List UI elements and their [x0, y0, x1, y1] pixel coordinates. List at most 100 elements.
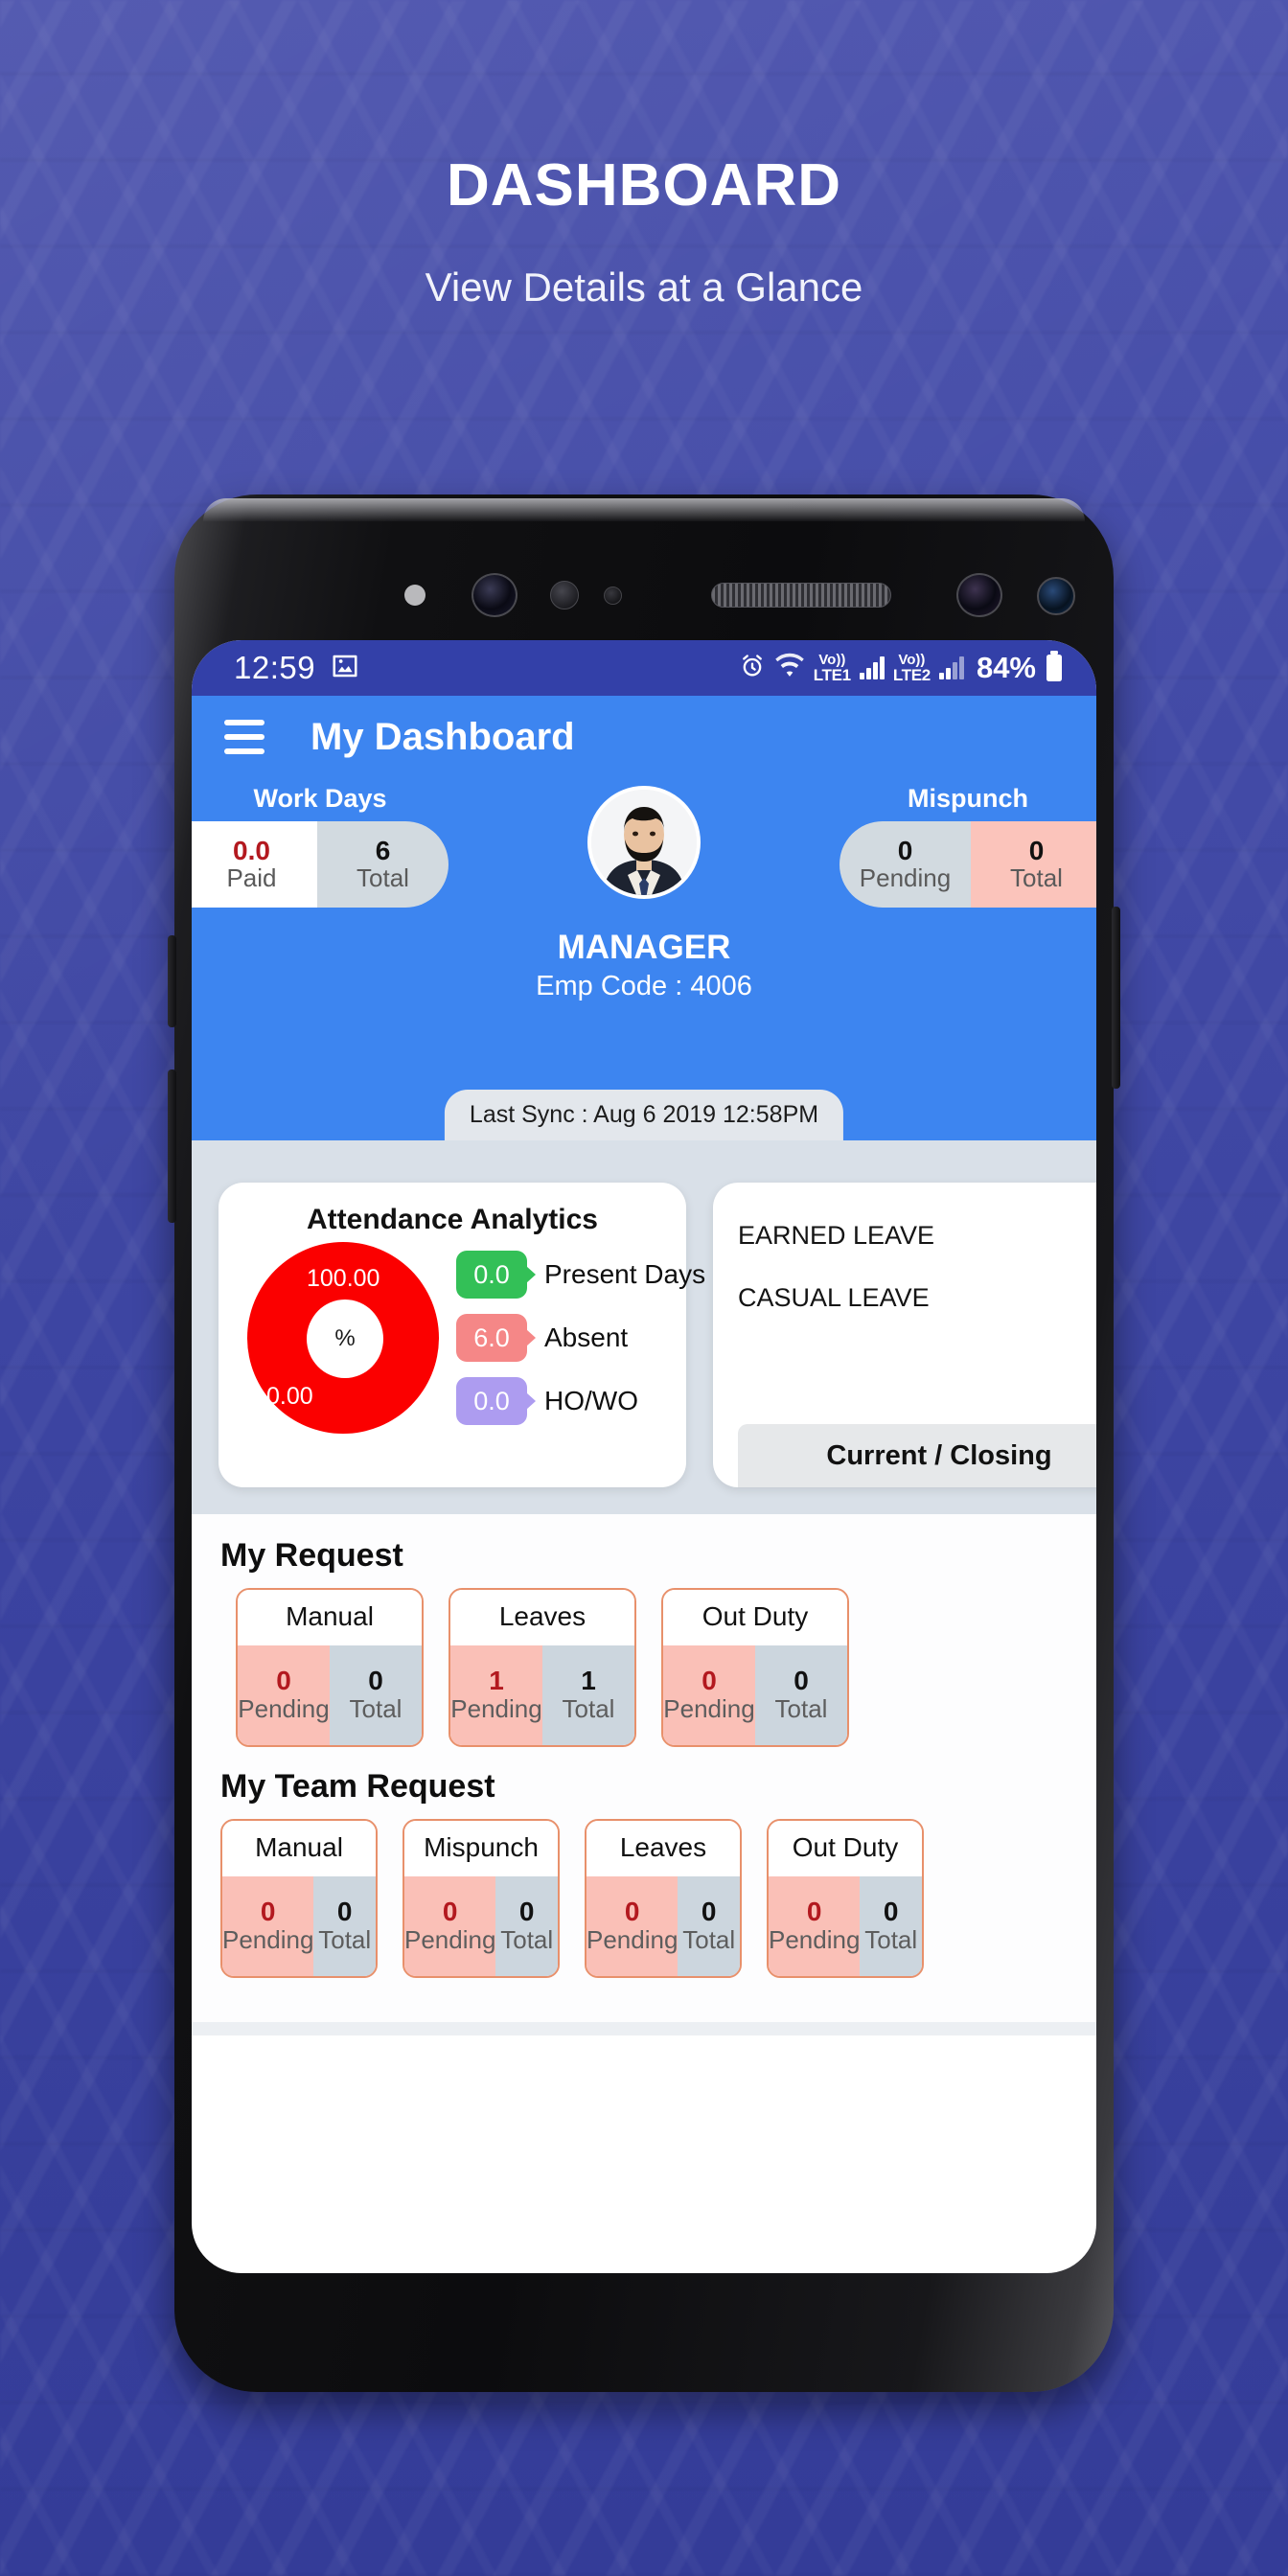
- front-camera-icon: [472, 573, 518, 617]
- team-request-card-leaves[interactable]: Leaves 0 Pending 0 Total: [585, 1819, 742, 1978]
- android-status-bar: 12:59 Vo)) LTE1 Vo)) LTE2 84%: [192, 640, 1096, 696]
- legend-chip-absent: 6.0: [456, 1314, 527, 1362]
- team-request-card-manual[interactable]: Manual 0 Pending 0 Total: [220, 1819, 378, 1978]
- phone-mockup: 12:59 Vo)) LTE1 Vo)) LTE2 84% My Dashboa…: [168, 494, 1120, 2411]
- my-request-out-duty-pending[interactable]: 0 Pending: [663, 1645, 755, 1745]
- promo-subtitle: View Details at a Glance: [425, 264, 863, 310]
- donut-label-top: 100.00: [307, 1265, 380, 1292]
- my-request-leaves-pending[interactable]: 1 Pending: [450, 1645, 542, 1745]
- profile-hero: Work Days 0.0 Paid 6 Total Mispunch 0 Pe…: [192, 778, 1096, 1140]
- value: 0: [702, 1665, 717, 1695]
- employee-name: MANAGER: [557, 929, 731, 966]
- value: 0: [794, 1665, 809, 1695]
- employee-code: Emp Code : 4006: [536, 971, 752, 1001]
- label: Total: [682, 1925, 736, 1955]
- value: 1: [581, 1665, 596, 1695]
- team-request-leaves-pending[interactable]: 0 Pending: [586, 1876, 678, 1976]
- my-request-leaves-body: 1 Pending 1 Total: [450, 1645, 634, 1745]
- work-days-block[interactable]: Work Days 0.0 Paid 6 Total: [192, 784, 448, 908]
- battery-icon: [1045, 650, 1064, 686]
- team-request-leaves-name: Leaves: [586, 1821, 740, 1876]
- label: Total: [318, 1925, 372, 1955]
- volume-down-button[interactable]: [168, 1070, 176, 1223]
- volume-up-button[interactable]: [168, 935, 176, 1027]
- status-bar-right: Vo)) LTE1 Vo)) LTE2 84%: [739, 650, 1064, 686]
- avatar[interactable]: [587, 786, 701, 899]
- my-request-manual-pending[interactable]: 0 Pending: [238, 1645, 330, 1745]
- donut-chart-area: 100.00 0.00 % 0.0 Present Days 6.0 Absen…: [234, 1242, 705, 1434]
- label: Pending: [450, 1694, 542, 1724]
- my-request-row: Manual 0 Pending 0 Total Leaves 1 Pendin…: [192, 1575, 1096, 1747]
- analytics-cards-row: Attendance Analytics 100.00 0.00 % 0.0 P…: [192, 1183, 1096, 1487]
- legend-chip-howo: 0.0: [456, 1377, 527, 1425]
- volte-sim1-icon: Vo)) LTE1: [813, 652, 851, 684]
- mispunch-total-cell[interactable]: 0 Total: [971, 821, 1096, 908]
- label: Total: [349, 1694, 402, 1724]
- team-request-manual-pending[interactable]: 0 Pending: [222, 1876, 314, 1976]
- legend-value-present: 0.0: [473, 1259, 510, 1289]
- leave-balance-card[interactable]: EARNED LEAVE CASUAL LEAVE Current / Clos…: [713, 1183, 1096, 1487]
- iris-scanner-icon: [550, 581, 579, 610]
- volte-sim2-icon: Vo)) LTE2: [892, 652, 931, 684]
- value: 0: [260, 1896, 276, 1926]
- mispunch-pending-cell[interactable]: 0 Pending: [840, 821, 971, 908]
- alarm-icon: [739, 653, 766, 684]
- team-request-card-mispunch[interactable]: Mispunch 0 Pending 0 Total: [402, 1819, 560, 1978]
- my-request-card-manual[interactable]: Manual 0 Pending 0 Total: [236, 1588, 424, 1747]
- my-request-leaves-name: Leaves: [450, 1590, 634, 1645]
- mispunch-total-label: Total: [1010, 863, 1063, 893]
- signal-bars-sim1-icon: [859, 656, 885, 679]
- label: Pending: [586, 1925, 678, 1955]
- label: Total: [864, 1925, 918, 1955]
- team-request-leaves-total[interactable]: 0 Total: [678, 1876, 740, 1976]
- value: 0: [336, 1896, 353, 1926]
- value: 1: [489, 1665, 504, 1695]
- mispunch-block[interactable]: Mispunch 0 Pending 0 Total: [840, 784, 1096, 908]
- legend-item-absent[interactable]: 6.0 Absent: [456, 1314, 705, 1362]
- my-request-manual-total[interactable]: 0 Total: [330, 1645, 422, 1745]
- status-bar-left: 12:59: [234, 650, 359, 686]
- value: 0: [276, 1665, 291, 1695]
- legend-item-howo[interactable]: 0.0 HO/WO: [456, 1377, 705, 1425]
- work-days-title: Work Days: [253, 784, 387, 813]
- legend-value-absent: 6.0: [473, 1322, 510, 1352]
- legend-item-present[interactable]: 0.0 Present Days: [456, 1251, 705, 1299]
- legend-value-howo: 0.0: [473, 1386, 510, 1415]
- legend-chip-present: 0.0: [456, 1251, 527, 1299]
- work-days-paid-value: 0.0: [233, 836, 270, 865]
- earned-leave-label: EARNED LEAVE: [738, 1221, 935, 1250]
- value: 0: [624, 1896, 640, 1926]
- last-sync-chip[interactable]: Last Sync : Aug 6 2019 12:58PM: [444, 1090, 844, 1140]
- label: Total: [774, 1694, 828, 1724]
- my-request-card-out-duty[interactable]: Out Duty 0 Pending 0 Total: [661, 1588, 849, 1747]
- promo-banner: DASHBOARD View Details at a Glance 12:59: [0, 0, 1288, 2576]
- mispunch-title: Mispunch: [908, 784, 1028, 813]
- work-days-pill[interactable]: 0.0 Paid 6 Total: [192, 821, 448, 908]
- value: 0: [883, 1896, 899, 1926]
- power-button[interactable]: [1112, 907, 1120, 1089]
- team-request-out-duty-pending[interactable]: 0 Pending: [769, 1876, 861, 1976]
- team-request-manual-name: Manual: [222, 1821, 376, 1876]
- my-request-card-leaves[interactable]: Leaves 1 Pending 1 Total: [448, 1588, 636, 1747]
- current-closing-button[interactable]: Current / Closing: [738, 1424, 1096, 1487]
- attendance-analytics-title: Attendance Analytics: [307, 1204, 598, 1235]
- phone-top-edge: [203, 498, 1085, 521]
- work-days-total-cell[interactable]: 6 Total: [317, 821, 448, 908]
- my-request-out-duty-total[interactable]: 0 Total: [755, 1645, 847, 1745]
- mispunch-pill[interactable]: 0 Pending 0 Total: [840, 821, 1096, 908]
- team-request-out-duty-total[interactable]: 0 Total: [860, 1876, 922, 1976]
- team-request-mispunch-pending[interactable]: 0 Pending: [404, 1876, 496, 1976]
- hamburger-menu-icon[interactable]: [224, 720, 264, 754]
- attendance-donut-chart[interactable]: 100.00 0.00 %: [247, 1242, 439, 1434]
- requests-section: My Request Manual 0 Pending 0 Total Leav…: [192, 1514, 1096, 2022]
- value: 0: [442, 1896, 458, 1926]
- led-indicator-icon: [404, 585, 426, 606]
- attendance-analytics-card[interactable]: Attendance Analytics 100.00 0.00 % 0.0 P…: [218, 1183, 705, 1487]
- work-days-paid-cell[interactable]: 0.0 Paid: [192, 821, 317, 908]
- team-request-card-out-duty[interactable]: Out Duty 0 Pending 0 Total: [767, 1819, 924, 1978]
- team-request-manual-total[interactable]: 0 Total: [313, 1876, 376, 1976]
- team-request-out-duty-body: 0 Pending 0 Total: [769, 1876, 922, 1976]
- my-request-leaves-total[interactable]: 1 Total: [542, 1645, 634, 1745]
- team-request-mispunch-total[interactable]: 0 Total: [495, 1876, 558, 1976]
- my-team-request-row: Manual 0 Pending 0 Total Mispunch 0 Pend…: [192, 1806, 1096, 1978]
